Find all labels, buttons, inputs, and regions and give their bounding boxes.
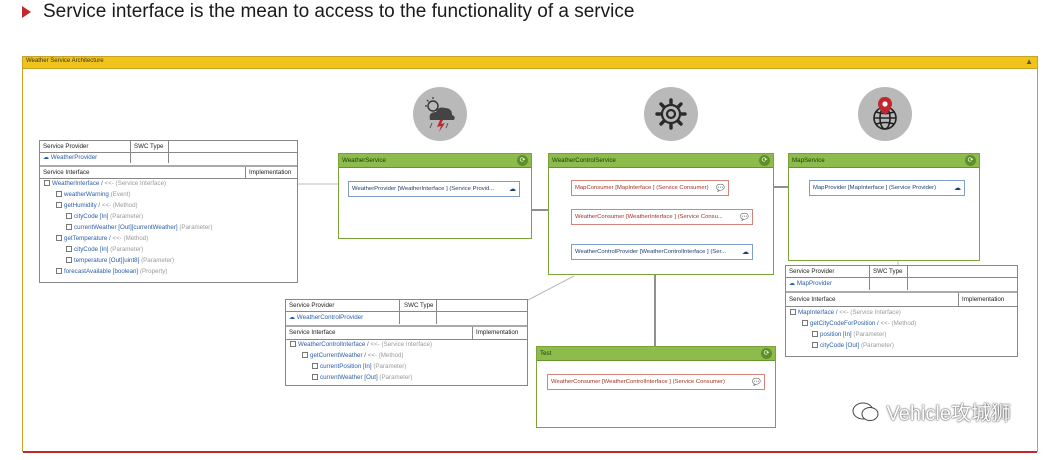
map-service-title: MapService (792, 157, 825, 164)
weather-control-provider-port[interactable]: WeatherControlProvider [WeatherControlIn… (571, 244, 753, 260)
service-icon: ⟳ (761, 348, 772, 359)
swc-type-header: SWC Type (404, 302, 434, 309)
test-box[interactable]: Test ⟳ WeatherConsumer [WeatherControlInt… (536, 346, 776, 428)
service-interface-header: Service Interface (43, 169, 90, 176)
implementation-header: Implementation (962, 296, 1005, 303)
weather-control-service-title: WeatherControlService (552, 157, 616, 164)
frame-bottom-rule (23, 451, 1037, 453)
weather-control-provider-port-label: WeatherControlProvider [WeatherControlIn… (575, 249, 727, 255)
service-icon: ⟳ (965, 155, 976, 166)
weather-service-title: WeatherService (342, 157, 386, 164)
tree-row[interactable]: cityCode [Out] (Parameter) (790, 342, 916, 350)
watermark-text: Vehicle攻城狮 (886, 403, 1012, 425)
weather-provider-name[interactable]: ☁ WeatherProvider (43, 154, 97, 162)
weather-provider-port-label: WeatherProvider [WeatherInterface ] (Ser… (352, 186, 495, 192)
gear-icon (644, 87, 698, 141)
tree-row[interactable]: WeatherControlInterface / <<- (Service I… (290, 341, 432, 349)
tree-row[interactable]: temperature [Out][uint8] (Parameter) (44, 257, 212, 265)
tree-row[interactable]: getTemperature / <<- (Method) (44, 235, 212, 243)
weather-control-provider-name[interactable]: ☁ WeatherControlProvider (289, 314, 363, 322)
tree-row[interactable]: getCurrentWeather / <<- (Method) (290, 352, 432, 360)
map-service-box[interactable]: MapService ⟳ MapProvider [MapInterface ] … (788, 153, 980, 261)
tree-row[interactable]: cityCode [In] (Parameter) (44, 246, 212, 254)
weather-control-interface-tree: WeatherControlInterface / <<- (Service I… (290, 341, 432, 382)
cloud-icon: ☁ (954, 185, 961, 192)
service-provider-header: Service Provider (289, 302, 335, 309)
tree-row[interactable]: currentWeather [Out][currentWeather] (Pa… (44, 224, 212, 232)
tree-row[interactable]: weatherWarning (Event) (44, 191, 212, 199)
map-consumer-port[interactable]: MapConsumer [MapInterface ] (Service Con… (571, 180, 729, 196)
weather-control-provider-table: Service Provider SWC Type ☁ WeatherContr… (285, 299, 528, 386)
weather-provider-table: Service Provider SWC Type ☁ WeatherProvi… (39, 140, 298, 283)
globe-pin-icon (858, 87, 912, 141)
wechat-icon (852, 402, 878, 421)
speech-bubble-icon: 💬 (716, 185, 725, 192)
implementation-header: Implementation (249, 169, 292, 176)
tree-row[interactable]: MapInterface / <<- (Service Interface) (790, 309, 916, 317)
service-interface-header: Service Interface (289, 329, 336, 336)
swc-type-header: SWC Type (873, 268, 903, 275)
collapse-icon[interactable]: ▲ (1025, 57, 1033, 66)
tree-row[interactable]: currentWeather [Out] (Parameter) (290, 374, 432, 382)
tree-row[interactable]: forecastAvailable [boolean] (Property) (44, 268, 212, 276)
speech-bubble-icon: 💬 (752, 379, 761, 386)
test-weather-consumer-port[interactable]: WeatherConsumer [WeatherControlInterface… (547, 374, 765, 390)
service-interface-header: Service Interface (789, 296, 836, 303)
map-consumer-port-label: MapConsumer [MapInterface ] (Service Con… (575, 185, 709, 191)
weather-control-service-box[interactable]: WeatherControlService ⟳ MapConsumer [MapI… (548, 153, 774, 275)
headline-text: Service interface is the mean to access … (43, 1, 635, 22)
map-provider-name[interactable]: ☁ MapProvider (789, 280, 832, 288)
slide-headline: Service interface is the mean to access … (22, 0, 634, 24)
map-provider-port[interactable]: MapProvider [MapInterface ] (Service Pro… (809, 180, 965, 196)
frame-title: Weather Service Architecture (26, 58, 104, 64)
map-interface-tree: MapInterface / <<- (Service Interface) g… (790, 309, 916, 350)
speech-bubble-icon: 💬 (740, 214, 749, 221)
storm-cloud-icon (413, 87, 467, 141)
tree-row[interactable]: position [In] (Parameter) (790, 331, 916, 339)
weather-consumer-port[interactable]: WeatherConsumer [WeatherInterface ] (Ser… (571, 209, 753, 225)
bullet-arrow-icon (22, 6, 31, 18)
weather-consumer-port-label: WeatherConsumer [WeatherInterface ] (Ser… (575, 214, 723, 220)
swc-type-header: SWC Type (134, 143, 164, 150)
service-icon: ⟳ (759, 155, 770, 166)
tree-row[interactable]: getHumidity / <<- (Method) (44, 202, 212, 210)
frame-title-bar: Weather Service Architecture ▲ (23, 57, 1037, 69)
watermark: Vehicle攻城狮 (851, 397, 1012, 426)
weather-interface-tree: WeatherInterface / <<- (Service Interfac… (44, 180, 212, 276)
test-title: Test (540, 350, 552, 357)
tree-row[interactable]: getCityCodeForPosition / <<- (Method) (790, 320, 916, 328)
tree-row[interactable]: currentPosition [In] (Parameter) (290, 363, 432, 371)
service-icon: ⟳ (517, 155, 528, 166)
weather-provider-port[interactable]: WeatherProvider [WeatherInterface ] (Ser… (348, 181, 520, 197)
cloud-icon: ☁ (509, 186, 516, 193)
service-provider-header: Service Provider (43, 143, 89, 150)
test-weather-consumer-port-label: WeatherConsumer [WeatherControlInterface… (551, 379, 725, 385)
service-provider-header: Service Provider (789, 268, 835, 275)
map-provider-table: Service Provider SWC Type ☁ MapProvider … (785, 265, 1018, 357)
cloud-icon: ☁ (742, 249, 749, 256)
map-provider-port-label: MapProvider [MapInterface ] (Service Pro… (813, 185, 937, 191)
tree-row[interactable]: WeatherInterface / <<- (Service Interfac… (44, 180, 212, 188)
weather-service-box[interactable]: WeatherService ⟳ WeatherProvider [Weather… (338, 153, 532, 239)
tree-row[interactable]: cityCode [In] (Parameter) (44, 213, 212, 221)
implementation-header: Implementation (476, 329, 519, 336)
